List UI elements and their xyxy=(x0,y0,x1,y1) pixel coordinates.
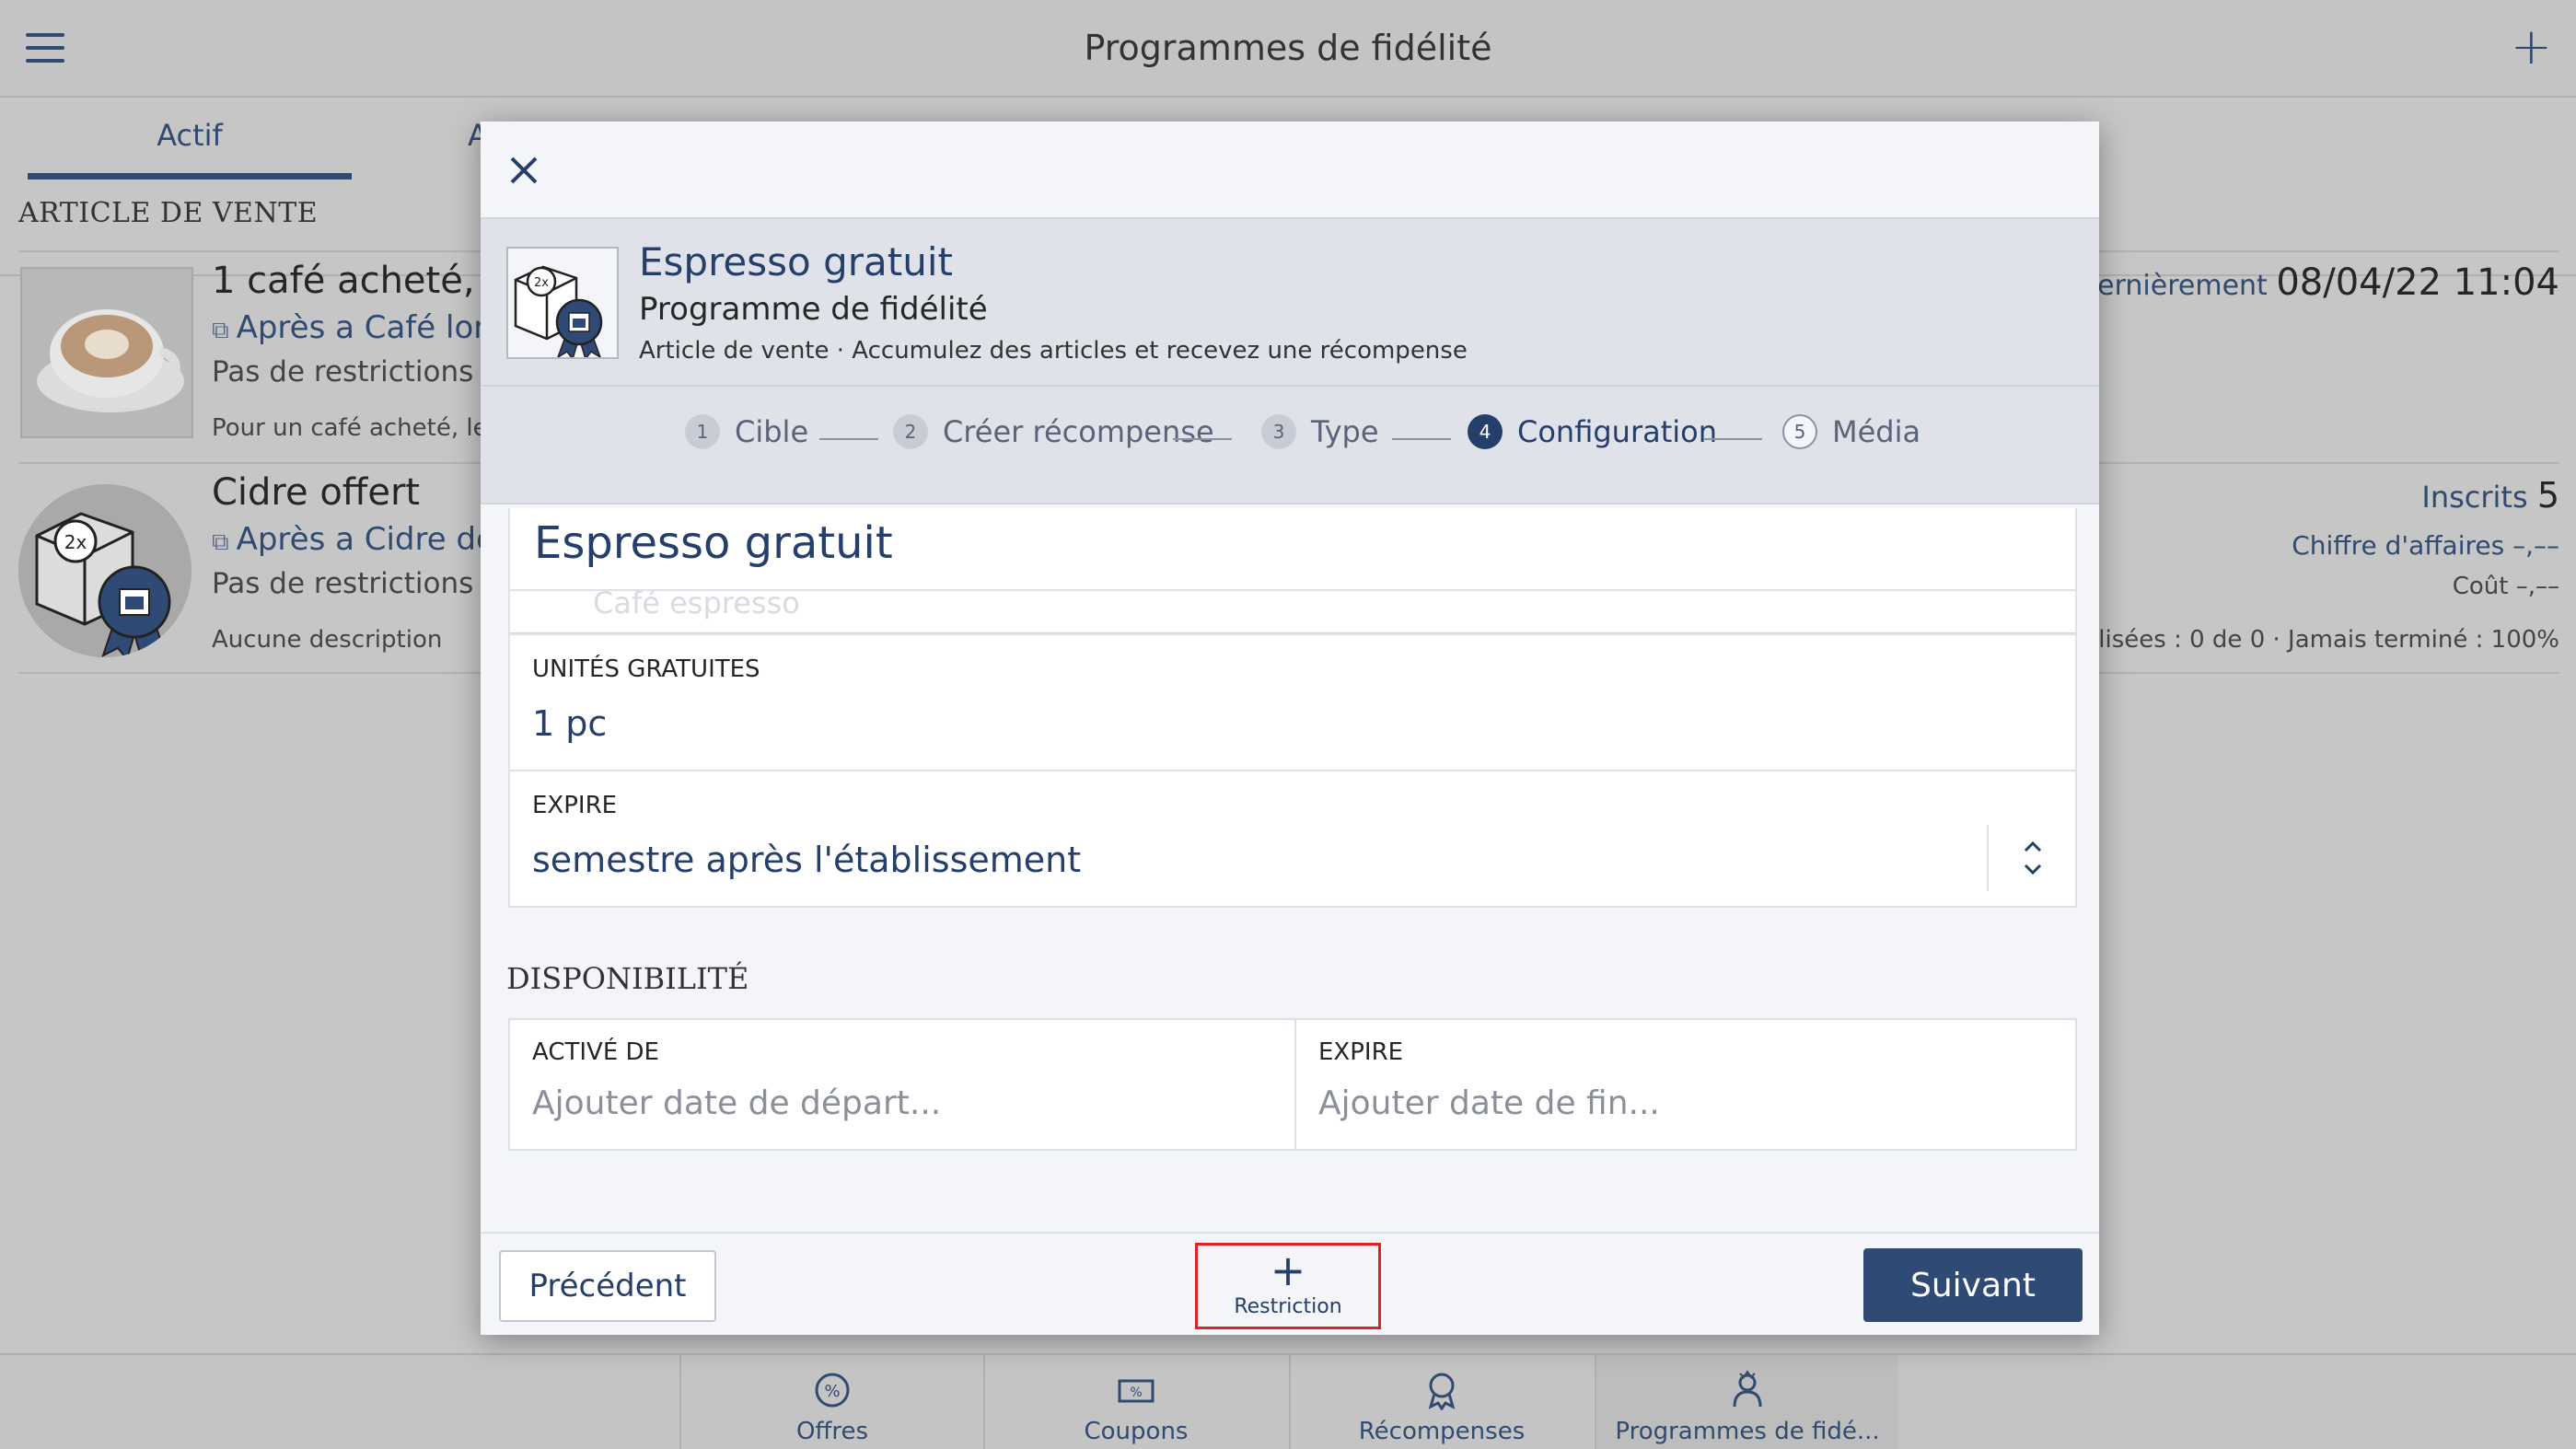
expire-label: EXPIRE xyxy=(532,792,618,819)
step-label: Type xyxy=(1311,414,1379,449)
close-icon[interactable] xyxy=(508,155,540,186)
start-date-field[interactable]: ACTIVÉ DE Ajouter date de départ... xyxy=(510,1020,1294,1149)
scrolled-item-text: Café espresso xyxy=(593,591,800,620)
step-cible[interactable]: 1 Cible xyxy=(685,414,808,449)
step-number: 3 xyxy=(1261,414,1296,449)
add-restriction-button[interactable]: + Restriction xyxy=(1195,1243,1381,1329)
free-units-value: 1 pc xyxy=(532,703,608,744)
expire-select[interactable]: EXPIRE semestre après l'établissement xyxy=(508,770,2077,908)
step-label: Créer récompense xyxy=(943,414,1214,449)
previous-button[interactable]: Précédent xyxy=(499,1250,716,1322)
free-units-field[interactable]: UNITÉS GRATUITES 1 pc xyxy=(508,633,2077,771)
step-number: 1 xyxy=(685,414,720,449)
step-creer-recompense[interactable]: 2 Créer récompense xyxy=(893,414,1214,449)
svg-text:2x: 2x xyxy=(534,276,549,290)
end-date-field[interactable]: EXPIRE Ajouter date de fin... xyxy=(1294,1020,2079,1149)
step-number: 5 xyxy=(1782,414,1817,449)
step-connector xyxy=(819,438,878,440)
start-date-label: ACTIVÉ DE xyxy=(532,1038,659,1066)
scrolled-item-row: Café espresso xyxy=(508,591,2077,635)
dialog-top xyxy=(481,122,2099,217)
step-number: 2 xyxy=(893,414,928,449)
restriction-label: Restriction xyxy=(1234,1295,1342,1318)
wizard-steps: 1 Cible 2 Créer récompense 3 Type 4 Configur… xyxy=(481,400,2099,473)
next-button[interactable]: Suivant xyxy=(1863,1248,2083,1322)
step-connector xyxy=(1703,438,1762,440)
free-units-label: UNITÉS GRATUITES xyxy=(532,655,760,683)
step-connector xyxy=(1392,438,1451,440)
program-subtitle: Programme de fidélité xyxy=(639,291,988,328)
up-down-chevron-icon[interactable] xyxy=(1987,825,2075,891)
step-label: Cible xyxy=(735,414,809,449)
step-label: Configuration xyxy=(1517,414,1718,449)
availability-dates: ACTIVÉ DE Ajouter date de départ... EXPI… xyxy=(508,1018,2077,1151)
availability-heading: DISPONIBILITÉ xyxy=(506,961,749,996)
dialog-footer: Précédent + Restriction Suivant xyxy=(481,1232,2099,1335)
expire-value: semestre après l'établissement xyxy=(532,840,1082,880)
reward-name-value: Espresso gratuit xyxy=(534,517,893,569)
program-header: 2x Espresso gratuit Programme de fidélit… xyxy=(481,217,2099,504)
step-label: Média xyxy=(1832,414,1921,449)
reward-name-field[interactable]: Espresso gratuit xyxy=(508,508,2077,591)
loyalty-program-icon: 2x xyxy=(506,247,619,361)
step-configuration[interactable]: 4 Configuration xyxy=(1468,414,1717,449)
loyalty-wizard-dialog: 2x Espresso gratuit Programme de fidélit… xyxy=(481,122,2099,1335)
start-date-placeholder: Ajouter date de départ... xyxy=(532,1084,942,1122)
step-number: 4 xyxy=(1468,414,1503,449)
end-date-label: EXPIRE xyxy=(1318,1038,1404,1066)
dialog-body: Espresso gratuit Café espresso UNITÉS GR… xyxy=(481,508,2099,1235)
program-description: Article de vente · Accumulez des article… xyxy=(639,337,1468,365)
step-media[interactable]: 5 Média xyxy=(1782,414,1920,449)
divider xyxy=(481,385,2099,387)
step-type[interactable]: 3 Type xyxy=(1261,414,1379,449)
end-date-placeholder: Ajouter date de fin... xyxy=(1318,1084,1660,1122)
program-title: Espresso gratuit xyxy=(639,239,953,284)
step-connector xyxy=(1173,438,1232,440)
plus-icon: + xyxy=(1270,1246,1306,1295)
